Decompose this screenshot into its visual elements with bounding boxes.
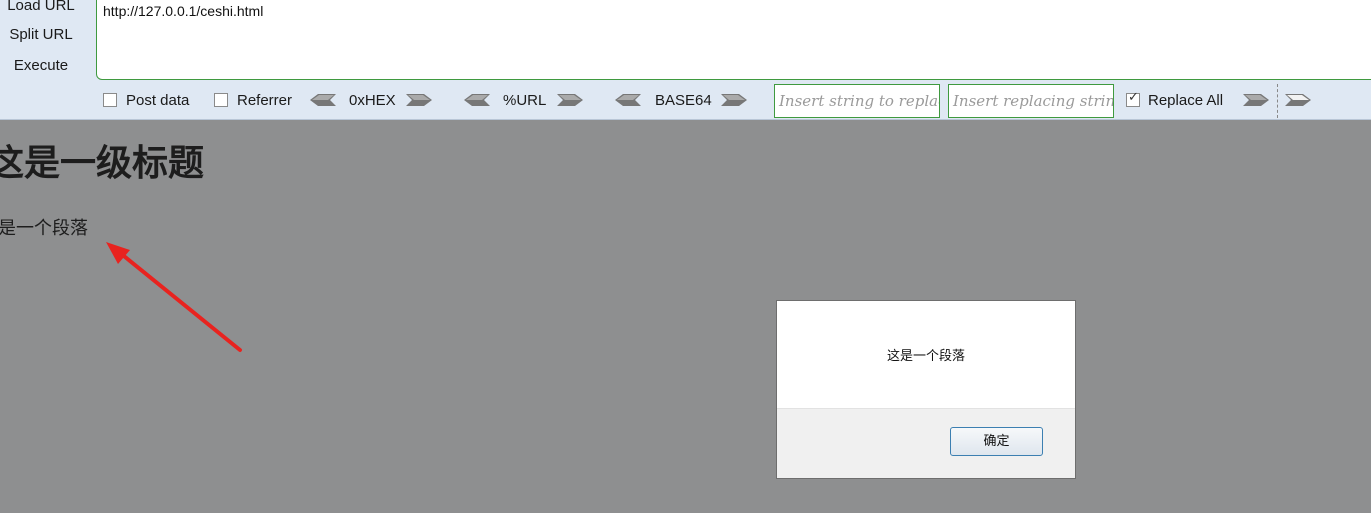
replace-all-label: Replace All xyxy=(1148,92,1224,109)
alert-footer: 确定 xyxy=(777,408,1075,478)
url-value: http://127.0.0.1/ceshi.html xyxy=(103,3,264,19)
replace-all-checkbox[interactable] xyxy=(1126,90,1140,107)
split-url-button[interactable]: Split URL xyxy=(0,24,82,46)
hex-decode-arrow-icon[interactable] xyxy=(310,94,336,106)
referrer-label: Referrer xyxy=(237,92,293,109)
base64-decode-arrow-icon[interactable] xyxy=(615,94,641,106)
base64-encode-arrow-icon[interactable] xyxy=(721,94,747,106)
replace-arrow-alt-icon[interactable] xyxy=(1285,94,1311,106)
page-paragraph: 这是一个段落 xyxy=(0,218,88,239)
execute-button[interactable]: Execute xyxy=(0,55,82,77)
hex-label: 0xHEX xyxy=(349,92,396,109)
url-encode-arrow-icon[interactable] xyxy=(557,94,583,106)
hackbar-toolbar: Load URL Split URL Execute http://127.0.… xyxy=(0,0,1371,120)
annotation-arrow-icon xyxy=(106,242,242,352)
ok-button[interactable]: 确定 xyxy=(950,427,1043,456)
toolbar-separator xyxy=(1277,84,1278,118)
hex-encode-arrow-icon[interactable] xyxy=(406,94,432,106)
url-decode-arrow-icon[interactable] xyxy=(464,94,490,106)
replace-arrow-icon[interactable] xyxy=(1243,94,1269,106)
replace-find-input[interactable]: Insert string to replace xyxy=(774,84,940,118)
page-heading: 这是一级标题 xyxy=(0,143,205,184)
load-url-button[interactable]: Load URL xyxy=(0,0,82,17)
replace-with-input[interactable]: Insert replacing string xyxy=(948,84,1114,118)
post-data-checkbox[interactable] xyxy=(103,93,117,107)
referrer-checkbox[interactable] xyxy=(214,93,228,107)
url-encode-label: %URL xyxy=(503,92,547,109)
post-data-label: Post data xyxy=(126,92,190,109)
alert-message: 这是一个段落 xyxy=(886,349,965,364)
url-textarea[interactable]: http://127.0.0.1/ceshi.html xyxy=(96,0,1371,80)
alert-dialog: 这是一个段落 确定 xyxy=(776,300,1076,479)
base64-label: BASE64 xyxy=(655,92,712,109)
